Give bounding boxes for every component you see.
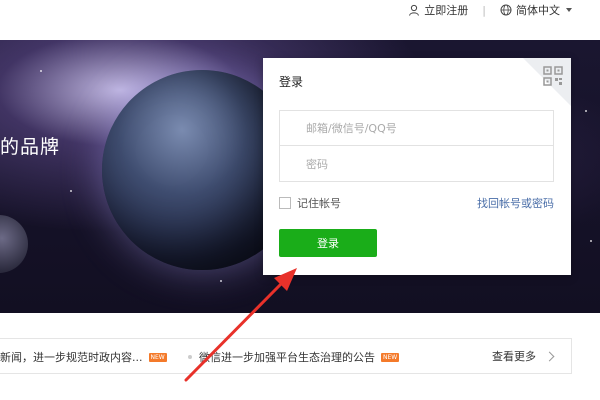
star-decoration bbox=[220, 280, 222, 282]
email-field[interactable]: 邮箱/微信号/QQ号 bbox=[279, 110, 554, 146]
globe-icon bbox=[500, 4, 512, 16]
chevron-right-icon bbox=[544, 351, 555, 361]
new-badge: NEW bbox=[381, 352, 400, 362]
remember-account[interactable]: 记住帐号 bbox=[279, 195, 341, 211]
remember-label: 记住帐号 bbox=[297, 197, 341, 210]
news-bar: 新闻，进一步规范时政内容... NEW 微信进一步加强平台生态治理的公告 NEW… bbox=[0, 338, 572, 374]
news-item[interactable]: 新闻，进一步规范时政内容... NEW bbox=[0, 349, 167, 365]
bullet-icon bbox=[188, 355, 192, 359]
register-label: 立即注册 bbox=[424, 4, 469, 17]
remember-checkbox[interactable] bbox=[279, 197, 291, 209]
banner-slogan: 的品牌 bbox=[0, 136, 61, 158]
news-title: 新闻，进一步规范时政内容... bbox=[0, 351, 143, 364]
register-link[interactable]: 立即注册 bbox=[408, 2, 468, 18]
password-placeholder: 密码 bbox=[306, 157, 328, 171]
email-placeholder: 邮箱/微信号/QQ号 bbox=[306, 122, 397, 135]
news-title: 微信进一步加强平台生态治理的公告 bbox=[199, 351, 375, 364]
star-decoration bbox=[585, 110, 587, 112]
view-more-link[interactable]: 查看更多 bbox=[492, 348, 555, 364]
forgot-account-link[interactable]: 找回帐号或密码 bbox=[477, 195, 554, 211]
moon-image bbox=[0, 215, 28, 273]
news-item[interactable]: 微信进一步加强平台生态治理的公告 NEW bbox=[188, 349, 400, 365]
login-button[interactable]: 登录 bbox=[279, 229, 377, 257]
password-field[interactable]: 密码 bbox=[279, 146, 554, 182]
new-badge: NEW bbox=[148, 352, 167, 362]
top-bar: 立即注册 | 简体中文 bbox=[0, 0, 600, 40]
login-title: 登录 bbox=[279, 75, 304, 89]
nav-separator: | bbox=[482, 3, 486, 17]
top-right-nav: 立即注册 | 简体中文 bbox=[408, 0, 572, 20]
chevron-down-icon bbox=[566, 8, 572, 12]
qr-code-icon[interactable] bbox=[543, 66, 563, 86]
user-icon bbox=[409, 4, 420, 16]
language-selector[interactable]: 简体中文 bbox=[500, 2, 572, 18]
star-decoration bbox=[70, 190, 72, 192]
login-panel: 登录 邮箱/微信号/QQ号 密码 记住帐号 找回帐号或密码 登录 bbox=[263, 58, 571, 275]
language-label: 简体中文 bbox=[516, 4, 560, 17]
star-decoration bbox=[40, 70, 42, 72]
view-more-label: 查看更多 bbox=[492, 350, 536, 363]
star-decoration bbox=[590, 240, 592, 242]
